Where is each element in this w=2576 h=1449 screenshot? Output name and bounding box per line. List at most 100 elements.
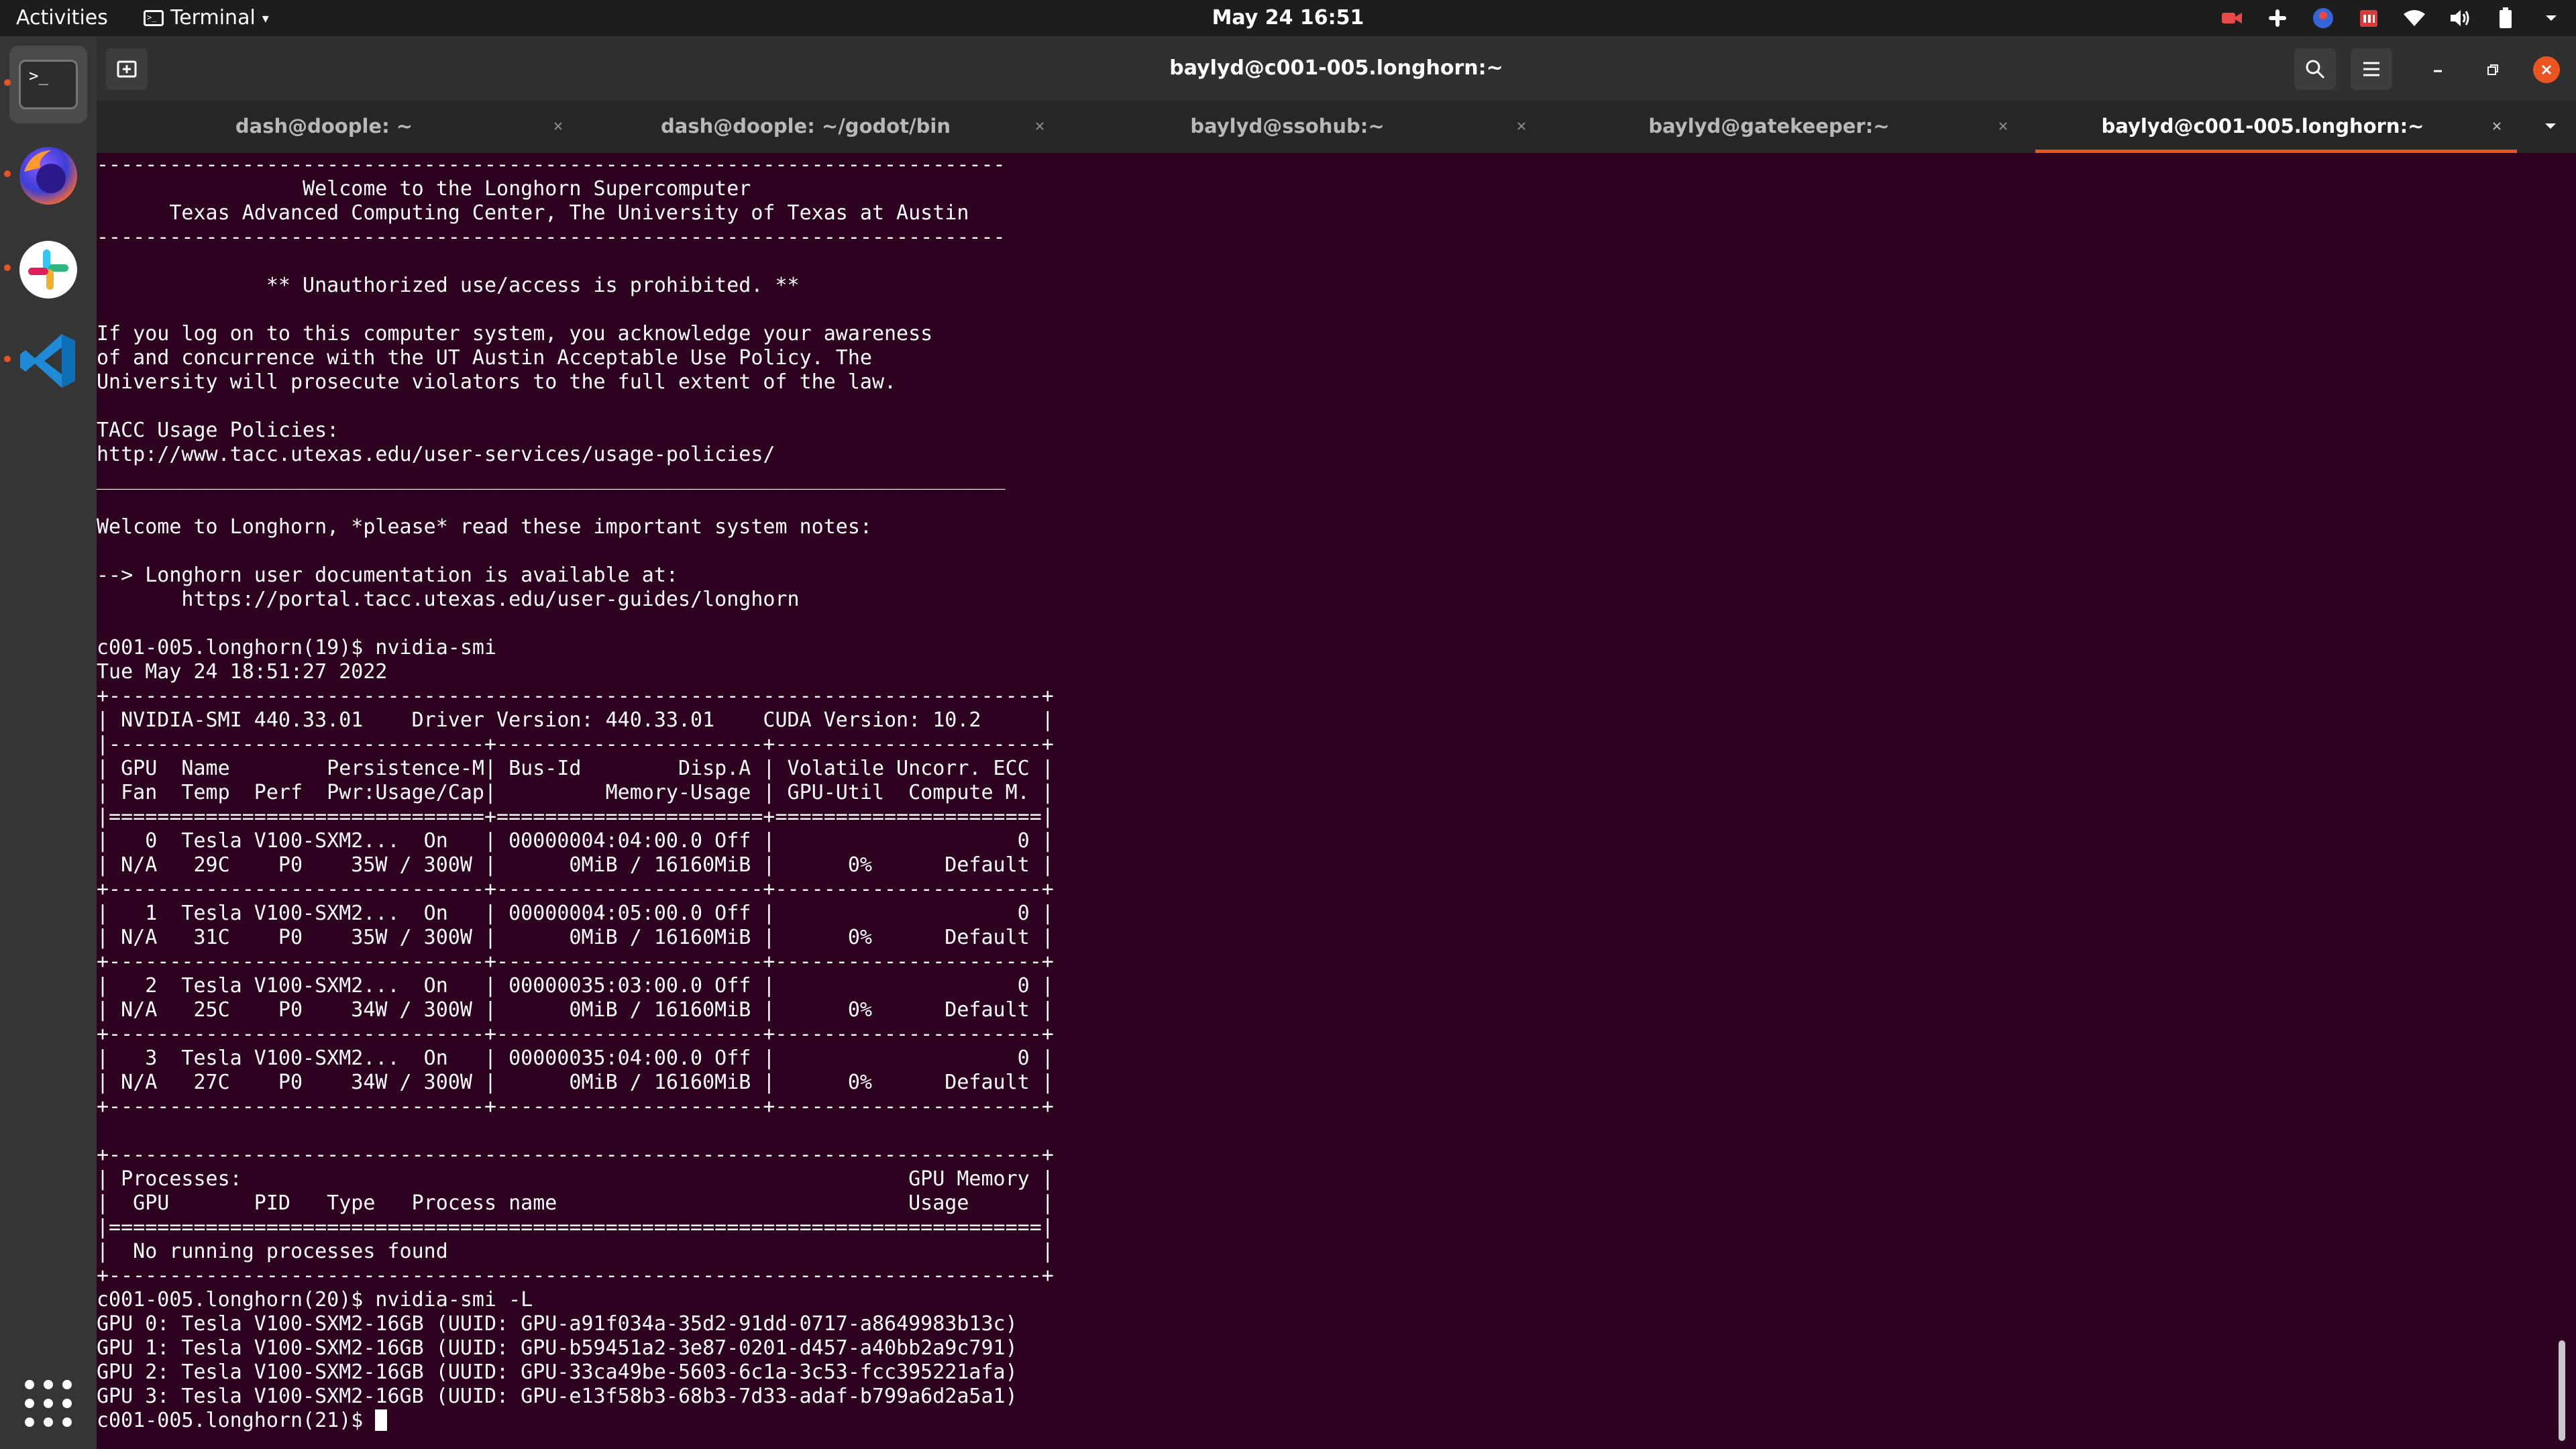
slack-icon bbox=[19, 241, 77, 299]
running-indicator bbox=[4, 264, 11, 271]
app-tray-icon[interactable] bbox=[2312, 7, 2334, 30]
minimize-icon bbox=[2434, 70, 2442, 72]
battery-icon[interactable] bbox=[2494, 7, 2517, 30]
terminal-line: of and concurrence with the UT Austin Ac… bbox=[97, 346, 872, 370]
tab-label: baylyd@gatekeeper:~ bbox=[1648, 115, 1890, 138]
app-grid-icon bbox=[25, 1380, 72, 1427]
tab-dash-doople-godot[interactable]: dash@doople: ~/godot/bin bbox=[578, 101, 1060, 153]
dock-firefox[interactable] bbox=[9, 137, 87, 215]
search-icon bbox=[2306, 60, 2325, 79]
terminal-line: Texas Advanced Computing Center, The Uni… bbox=[169, 201, 969, 225]
tabs-menu-button[interactable] bbox=[2537, 113, 2564, 140]
close-icon bbox=[1517, 122, 1525, 130]
calendar-tray-icon[interactable] bbox=[2357, 7, 2380, 30]
dock-vscode[interactable] bbox=[9, 322, 87, 400]
text-cursor bbox=[375, 1409, 388, 1431]
chevron-down-icon bbox=[2545, 123, 2556, 129]
clock[interactable]: May 24 16:51 bbox=[0, 5, 2576, 31]
terminal-view[interactable]: ----------------------------------------… bbox=[97, 153, 2565, 1449]
tab-close-button[interactable] bbox=[1508, 113, 1535, 140]
terminal-line: | GPU PID Type Process name Usage | bbox=[97, 1191, 1054, 1215]
tab-bar: dash@doople: ~ dash@doople: ~/godot/bin … bbox=[97, 101, 2576, 153]
terminal-line: GPU 0: Tesla V100-SXM2-16GB (UUID: GPU-a… bbox=[97, 1312, 1018, 1336]
show-applications-button[interactable] bbox=[9, 1364, 87, 1442]
dock-terminal[interactable]: >_ bbox=[9, 46, 87, 123]
slack-tray-icon[interactable] bbox=[2266, 7, 2289, 30]
camera-icon[interactable] bbox=[2220, 7, 2243, 30]
tab-baylyd-gatekeeper[interactable]: baylyd@gatekeeper:~ bbox=[1542, 101, 2023, 153]
terminal-line: ** Unauthorized use/access is prohibited… bbox=[266, 274, 800, 297]
tab-close-button[interactable] bbox=[1990, 113, 2017, 140]
terminal-line: ----------------------------------------… bbox=[97, 225, 1006, 249]
terminal-scrollback: ----------------------------------------… bbox=[97, 153, 1054, 1408]
terminal-line: +-------------------------------+-------… bbox=[97, 1095, 1054, 1118]
terminal-small-icon: >_ bbox=[144, 10, 164, 26]
terminal-line: GPU 3: Tesla V100-SXM2-16GB (UUID: GPU-e… bbox=[97, 1385, 1018, 1408]
close-window-button[interactable] bbox=[2533, 56, 2560, 83]
running-indicator bbox=[4, 170, 11, 177]
minimize-button[interactable] bbox=[2424, 56, 2451, 83]
volume-icon[interactable] bbox=[2449, 7, 2471, 30]
new-tab-icon bbox=[117, 60, 137, 78]
running-indicator bbox=[4, 356, 11, 362]
terminal-line: University will prosecute violators to t… bbox=[97, 370, 897, 394]
terminal-icon: >_ bbox=[19, 60, 78, 109]
terminal-prompt: c001-005.longhorn(21)$ bbox=[97, 1409, 376, 1432]
close-icon bbox=[2541, 64, 2552, 75]
terminal-line: c001-005.longhorn(20)$ nvidia-smi -L bbox=[97, 1288, 533, 1311]
terminal-line: +---------------------------------------… bbox=[97, 1143, 1054, 1167]
terminal-line: |===============================+=======… bbox=[97, 805, 1054, 828]
tab-baylyd-longhorn[interactable]: baylyd@c001-005.longhorn:~ bbox=[2035, 101, 2517, 153]
vscode-icon bbox=[20, 334, 75, 388]
terminal-line: https://portal.tacc.utexas.edu/user-guid… bbox=[181, 588, 800, 611]
app-menu[interactable]: >_ Terminal ▾ bbox=[144, 5, 269, 31]
terminal-line: |-------------------------------+-------… bbox=[97, 733, 1054, 756]
terminal-line: +---------------------------------------… bbox=[97, 1264, 1054, 1287]
dock-slack[interactable] bbox=[9, 231, 87, 309]
new-tab-button[interactable] bbox=[106, 48, 148, 90]
terminal-line: c001-005.longhorn(19)$ nvidia-smi bbox=[97, 636, 497, 659]
restore-icon bbox=[2487, 64, 2498, 75]
tab-label: dash@doople: ~/godot/bin bbox=[661, 115, 951, 138]
menu-button[interactable] bbox=[2351, 48, 2392, 90]
dock: >_ bbox=[0, 36, 97, 1449]
terminal-line: |=======================================… bbox=[97, 1216, 1054, 1239]
tab-dash-doople[interactable]: dash@doople: ~ bbox=[97, 101, 578, 153]
terminal-line: ________________________________________… bbox=[97, 467, 1006, 490]
maximize-button[interactable] bbox=[2479, 56, 2506, 83]
terminal-line: | 1 Tesla V100-SXM2... On | 00000004:05:… bbox=[97, 902, 1054, 925]
system-tray bbox=[2220, 5, 2563, 31]
terminal-line: | N/A 25C P0 34W / 300W | 0MiB / 16160Mi… bbox=[97, 998, 1054, 1022]
close-icon bbox=[554, 122, 562, 130]
tab-label: dash@doople: ~ bbox=[235, 115, 413, 138]
terminal-line: | N/A 31C P0 35W / 300W | 0MiB / 16160Mi… bbox=[97, 926, 1054, 949]
scrollbar-thumb[interactable] bbox=[2559, 1340, 2565, 1441]
tab-close-button[interactable] bbox=[1026, 113, 1053, 140]
app-menu-label: Terminal bbox=[170, 6, 256, 30]
terminal-line: | No running processes found | bbox=[97, 1240, 1054, 1263]
terminal-line: Welcome to Longhorn, *please* read these… bbox=[97, 515, 872, 539]
terminal-line: http://www.tacc.utexas.edu/user-services… bbox=[97, 443, 775, 466]
tab-label: baylyd@c001-005.longhorn:~ bbox=[2101, 115, 2424, 138]
top-bar: Activities >_ Terminal ▾ May 24 16:51 bbox=[0, 0, 2576, 36]
terminal-line: If you log on to this computer system, y… bbox=[97, 322, 933, 345]
chevron-down-icon: ▾ bbox=[262, 10, 269, 26]
wifi-icon[interactable] bbox=[2403, 7, 2426, 30]
terminal-line: | 3 Tesla V100-SXM2... On | 00000035:04:… bbox=[97, 1046, 1054, 1070]
tab-close-button[interactable] bbox=[2483, 113, 2510, 140]
terminal-line: | GPU Name Persistence-M| Bus-Id Disp.A … bbox=[97, 757, 1054, 780]
terminal-line: | NVIDIA-SMI 440.33.01 Driver Version: 4… bbox=[97, 708, 1054, 732]
search-button[interactable] bbox=[2294, 48, 2336, 90]
terminal-line: | N/A 29C P0 35W / 300W | 0MiB / 16160Mi… bbox=[97, 853, 1054, 877]
terminal-line: +---------------------------------------… bbox=[97, 684, 1054, 708]
tab-close-button[interactable] bbox=[545, 113, 572, 140]
chevron-down-icon[interactable] bbox=[2540, 7, 2563, 30]
terminal-line: +-------------------------------+-------… bbox=[97, 950, 1054, 973]
activities-button[interactable]: Activities bbox=[16, 5, 108, 31]
close-icon bbox=[1999, 122, 2007, 130]
tab-baylyd-ssohub[interactable]: baylyd@ssohub:~ bbox=[1060, 101, 1542, 153]
terminal-line: | N/A 27C P0 34W / 300W | 0MiB / 16160Mi… bbox=[97, 1071, 1054, 1094]
window-title: baylyd@c001-005.longhorn:~ bbox=[1169, 56, 1503, 80]
running-indicator bbox=[4, 79, 11, 86]
terminal-line: | Fan Temp Perf Pwr:Usage/Cap| Memory-Us… bbox=[97, 781, 1054, 804]
